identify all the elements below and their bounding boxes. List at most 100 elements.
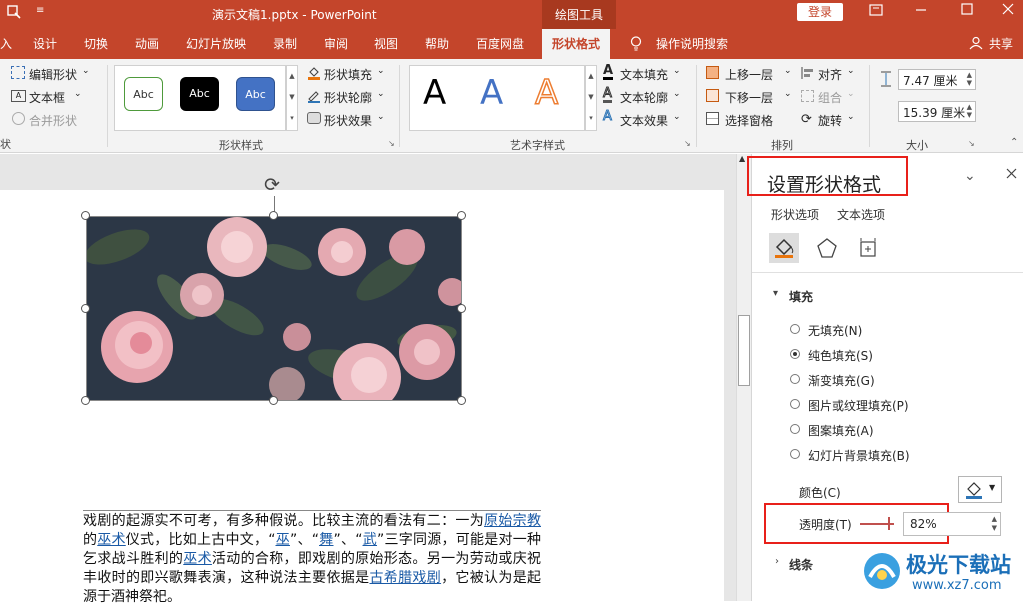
resize-handle-tm[interactable]	[269, 211, 278, 220]
height-input[interactable]: 7.47 厘米 ▲ ▼	[898, 69, 976, 90]
login-button[interactable]: 登录	[797, 3, 843, 21]
wordart-style-black[interactable]: A	[423, 73, 446, 113]
resize-handle-br[interactable]	[457, 396, 466, 405]
wordart-style-blue[interactable]: A	[480, 73, 503, 113]
dialog-launcher-icon[interactable]: ↘	[968, 139, 975, 148]
transparency-slider-thumb[interactable]	[888, 517, 890, 530]
tab-animations[interactable]: 动画	[135, 35, 159, 52]
ribbon-display-options-icon[interactable]	[869, 3, 883, 20]
selection-pane-button[interactable]: 选择窗格	[725, 112, 773, 129]
spinner-icon[interactable]: ▲ ▼	[967, 71, 972, 87]
resize-handle-tl[interactable]	[81, 211, 90, 220]
fill-option-label[interactable]: 幻灯片背景填充(B)	[808, 447, 910, 464]
tab-review[interactable]: 审阅	[324, 35, 348, 52]
fill-option-label[interactable]: 渐变填充(G)	[808, 372, 875, 389]
fill-option-label[interactable]: 无填充(N)	[808, 322, 862, 339]
bring-forward-button[interactable]: 上移一层	[725, 66, 773, 83]
rotate-handle-icon[interactable]: ⟳	[264, 174, 280, 196]
width-input[interactable]: 15.39 厘米 ▲ ▼	[898, 101, 976, 122]
text-options-tab[interactable]: 文本选项	[837, 206, 885, 223]
send-backward-button[interactable]: 下移一层	[725, 89, 773, 106]
wordart-style-orange[interactable]: A	[534, 72, 559, 114]
group-button[interactable]: 组合	[818, 89, 842, 106]
line-section-header[interactable]: 线条	[789, 556, 813, 573]
text-effects-button[interactable]: 文本效果	[620, 112, 668, 129]
hyperlink[interactable]: 巫术	[97, 532, 126, 548]
fill-option-radio[interactable]	[790, 449, 800, 459]
tab-insert[interactable]: 入	[0, 35, 12, 52]
resize-handle-bm[interactable]	[269, 396, 278, 405]
shape-fill-button[interactable]: 形状填充	[324, 66, 372, 83]
line-section-chevron-icon[interactable]: ›	[775, 556, 779, 567]
rotate-button[interactable]: 旋转	[818, 112, 842, 129]
align-button[interactable]: 对齐	[818, 66, 842, 83]
scroll-up-icon[interactable]: ▲	[739, 154, 745, 163]
resize-handle-bl[interactable]	[81, 396, 90, 405]
fill-section-chevron-icon[interactable]: ▾	[773, 288, 778, 299]
transparency-input[interactable]: 82% ▲ ▼	[903, 512, 1001, 536]
scroll-thumb[interactable]	[738, 315, 750, 386]
tell-me-search[interactable]: 操作说明搜索	[656, 35, 728, 52]
tab-shape-format[interactable]: 形状格式	[542, 29, 611, 59]
wordart-scroll[interactable]: ▲ ▼ ▾	[585, 65, 597, 131]
maximize-icon[interactable]	[961, 3, 973, 18]
fill-option-radio[interactable]	[790, 349, 800, 359]
fill-option-radio[interactable]	[790, 324, 800, 334]
shape-outline-button[interactable]: 形状轮廓	[324, 89, 372, 106]
size-properties-icon[interactable]	[857, 237, 879, 262]
shape-effects-button[interactable]: 形状效果	[324, 112, 372, 129]
shape-style-black[interactable]: Abc	[180, 77, 219, 111]
collapse-pane-icon[interactable]: ⌄	[964, 168, 976, 184]
gallery-scroll[interactable]: ▲ ▼ ▾	[286, 65, 298, 131]
hyperlink[interactable]: 古希腊戏剧	[369, 570, 441, 586]
tab-help[interactable]: 帮助	[425, 35, 449, 52]
size-group-label: 大小	[906, 139, 928, 152]
tab-transitions[interactable]: 切换	[84, 35, 108, 52]
tab-baidu-netdisk[interactable]: 百度网盘	[476, 35, 524, 52]
search-icon[interactable]	[7, 5, 21, 19]
hyperlink[interactable]: 巫	[275, 532, 290, 548]
fill-section-header[interactable]: 填充	[789, 288, 813, 305]
resize-handle-ml[interactable]	[81, 304, 90, 313]
resize-handle-tr[interactable]	[457, 211, 466, 220]
shape-style-white[interactable]: Abc	[124, 77, 163, 111]
close-icon[interactable]	[1002, 3, 1014, 18]
fill-option-label[interactable]: 图片或纹理填充(P)	[808, 397, 909, 414]
tab-record[interactable]: 录制	[273, 35, 297, 52]
resize-handle-mr[interactable]	[457, 304, 466, 313]
vertical-scrollbar[interactable]: ▲	[736, 154, 751, 601]
slide-body-text[interactable]: 戏剧的起源实不可考，有多种假说。比较主流的看法有二：一为原始宗教的巫术仪式，比如…	[83, 512, 541, 607]
fill-option-radio[interactable]	[790, 424, 800, 434]
tab-design[interactable]: 设计	[33, 35, 57, 52]
edit-shape-button[interactable]: 编辑形状	[29, 66, 77, 83]
shape-style-blue[interactable]: Abc	[236, 77, 275, 111]
effects-pentagon-icon[interactable]	[816, 237, 838, 262]
rose-photo[interactable]	[86, 216, 462, 401]
close-pane-icon[interactable]	[1006, 168, 1017, 182]
text-outline-button[interactable]: 文本轮廓	[620, 89, 668, 106]
hyperlink[interactable]: 武	[363, 532, 378, 548]
minimize-icon[interactable]	[915, 4, 927, 19]
hyperlink[interactable]: 舞	[319, 532, 334, 548]
transparency-slider[interactable]	[860, 517, 894, 530]
fill-option-label[interactable]: 图案填充(A)	[808, 422, 874, 439]
dialog-launcher-icon[interactable]: ↘	[684, 139, 691, 148]
shape-options-tab[interactable]: 形状选项	[771, 206, 819, 223]
fill-option-radio[interactable]	[790, 399, 800, 409]
fill-option-radio[interactable]	[790, 374, 800, 384]
text-box-button[interactable]: 文本框	[29, 89, 65, 106]
fill-option-label[interactable]: 纯色填充(S)	[808, 347, 873, 364]
hyperlink[interactable]: 原始宗教	[484, 513, 541, 529]
quick-access-dropdown-icon[interactable]: ≡	[36, 5, 44, 16]
tab-slideshow[interactable]: 幻灯片放映	[186, 35, 246, 52]
spinner-icon[interactable]: ▲ ▼	[992, 515, 997, 533]
collapse-ribbon-icon[interactable]: ⌃	[1010, 137, 1018, 148]
text-fill-button[interactable]: 文本填充	[620, 66, 668, 83]
merge-shapes-button[interactable]: 合并形状	[29, 112, 77, 129]
tab-view[interactable]: 视图	[374, 35, 398, 52]
dialog-launcher-icon[interactable]: ↘	[388, 139, 395, 148]
share-button[interactable]: 共享	[989, 35, 1013, 52]
spinner-icon[interactable]: ▲ ▼	[967, 103, 972, 119]
color-picker-button[interactable]: ▼	[958, 476, 1002, 503]
hyperlink[interactable]: 巫术	[183, 551, 212, 567]
